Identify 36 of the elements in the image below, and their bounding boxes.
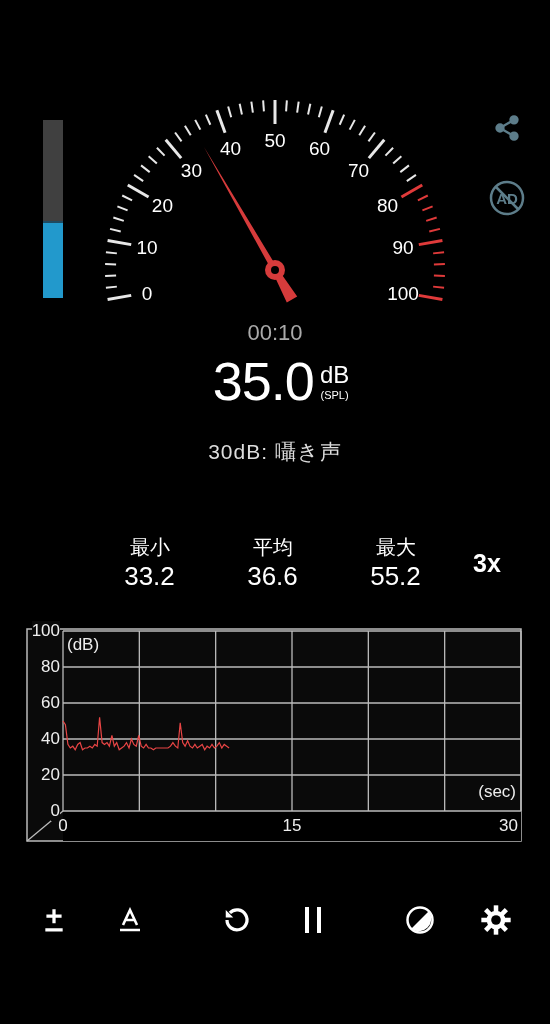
axis-tick-label: 0 bbox=[50, 801, 60, 821]
stat-label: 最小 bbox=[129, 535, 170, 560]
axis-tick-label: 30 bbox=[499, 816, 518, 836]
text-style-icon bbox=[117, 907, 142, 933]
unit-label: dB bbox=[319, 361, 350, 389]
stat-label: 最大 bbox=[375, 535, 416, 560]
scale-label: 70 bbox=[348, 160, 370, 182]
stat-value: 36.6 bbox=[247, 561, 298, 592]
scale-label: 80 bbox=[377, 195, 399, 216]
axis-title: (dB) bbox=[67, 635, 100, 655]
zoom-button[interactable]: 3x bbox=[473, 548, 501, 578]
scale-label: 60 bbox=[308, 137, 331, 159]
scale-label: 0 bbox=[141, 282, 153, 304]
axis-tick-label: 15 bbox=[282, 816, 302, 836]
scale-label: 10 bbox=[136, 237, 158, 259]
contrast-icon bbox=[405, 905, 436, 935]
scale-label: 20 bbox=[151, 195, 173, 216]
elapsed-time: 00:10 bbox=[247, 320, 303, 346]
scale-label: 50 bbox=[264, 130, 286, 151]
scale-label: 100 bbox=[387, 282, 419, 304]
axis-title: (sec) bbox=[478, 782, 516, 802]
stat-value: 33.2 bbox=[124, 561, 175, 592]
share-icon bbox=[492, 114, 521, 142]
level-description: 30dB: 囁き声 bbox=[208, 439, 342, 465]
sound-level-reading: 35.0 bbox=[212, 350, 314, 412]
scale-label: 90 bbox=[392, 237, 414, 259]
share-button[interactable] bbox=[492, 114, 521, 142]
reset-icon bbox=[222, 905, 252, 935]
settings-icon bbox=[480, 904, 513, 936]
stat-value: 55.2 bbox=[370, 561, 421, 592]
pause-icon bbox=[302, 905, 324, 935]
scale-label: 40 bbox=[219, 137, 242, 159]
scale-label: 30 bbox=[180, 160, 202, 182]
axis-tick-label: 0 bbox=[58, 816, 68, 836]
weighting-label: (SPL) bbox=[320, 389, 349, 401]
stat-label: 平均 bbox=[252, 535, 293, 560]
